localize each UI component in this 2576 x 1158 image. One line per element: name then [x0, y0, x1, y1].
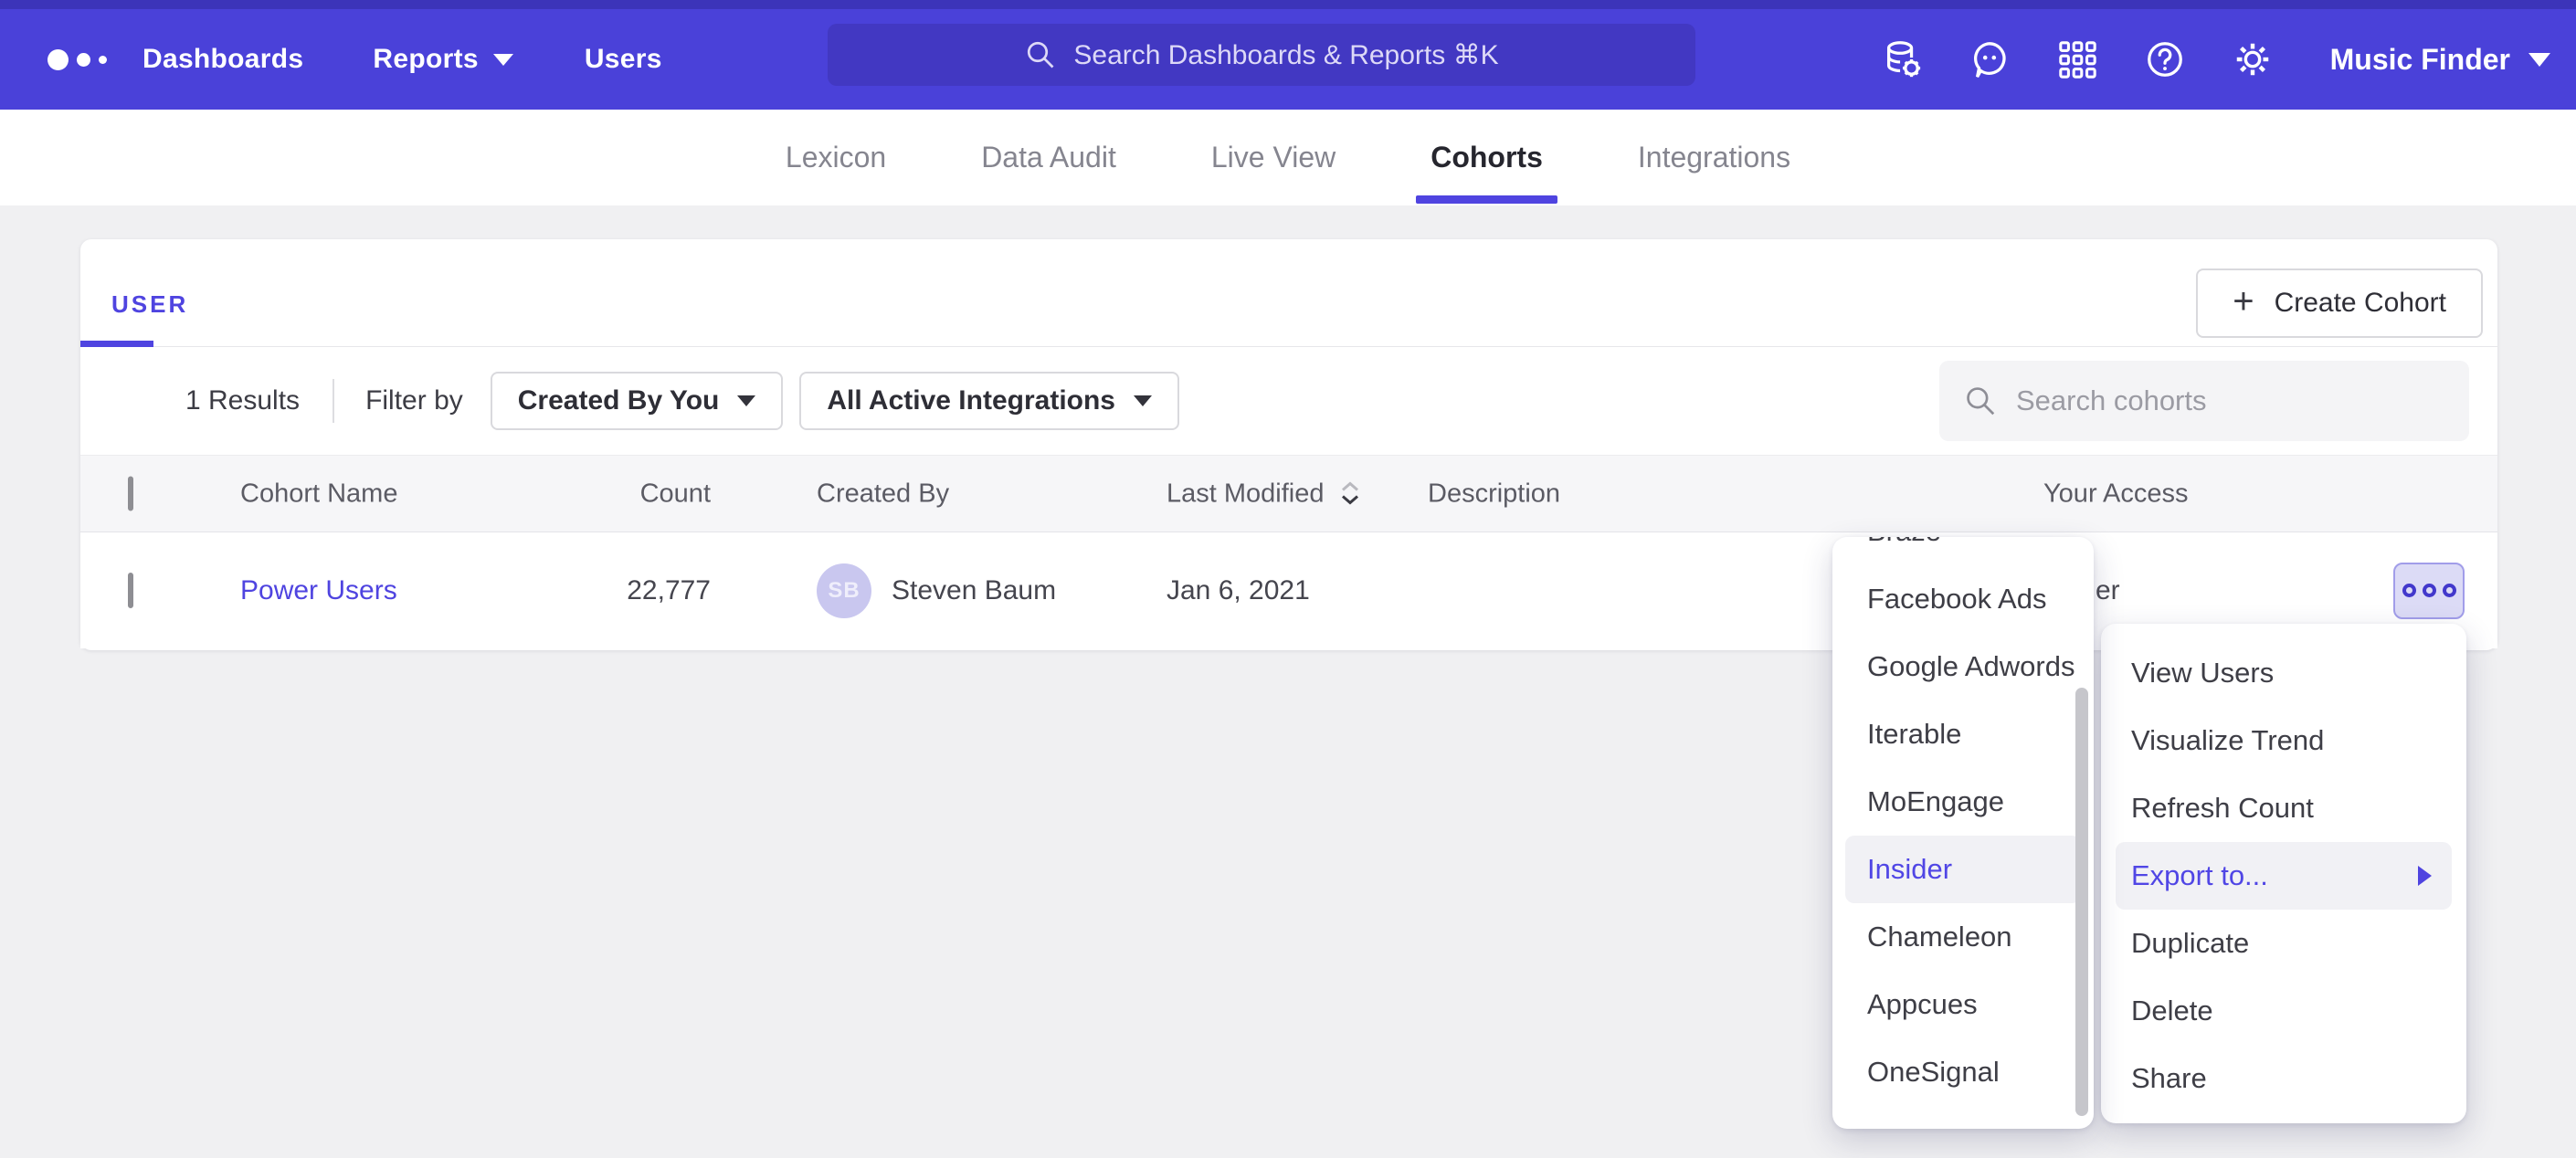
tab-cohorts[interactable]: Cohorts [1425, 110, 1548, 205]
menu-item-moengage[interactable]: MoEngage [1832, 768, 2094, 836]
created-by-filter-dropdown[interactable]: Created By You [491, 372, 784, 430]
menu-item-view-users[interactable]: View Users [2101, 639, 2466, 707]
col-count[interactable]: Count [565, 479, 711, 509]
chevron-down-icon [1134, 395, 1152, 406]
tab-lexicon[interactable]: Lexicon [780, 110, 892, 205]
more-options-icon [2443, 584, 2456, 597]
cohort-search-input[interactable] [2016, 384, 2418, 417]
search-icon [1963, 384, 1998, 418]
col-your-access[interactable]: Your Access [2043, 479, 2189, 509]
menu-item-visualize-trend[interactable]: Visualize Trend [2101, 707, 2466, 774]
divider [333, 379, 334, 423]
help-icon[interactable] [2144, 38, 2186, 80]
export-destinations-menu: Braze Facebook Ads Google Adwords Iterab… [1832, 537, 2094, 1129]
menu-item-refresh-count[interactable]: Refresh Count [2101, 774, 2466, 842]
col-created-by[interactable]: Created By [817, 479, 949, 509]
menu-item-appcues[interactable]: Appcues [1832, 971, 2094, 1038]
filter-by-label: Filter by [365, 385, 463, 416]
created-by-cell: SB Steven Baum [817, 563, 1056, 618]
last-modified-cell: Jan 6, 2021 [1167, 575, 1310, 606]
row-actions-button[interactable] [2393, 563, 2465, 619]
menu-item-iterable[interactable]: Iterable [1832, 700, 2094, 768]
panel-header: USER + Create Cohort [80, 239, 2497, 347]
chevron-down-icon [2528, 53, 2550, 67]
cohort-name-link[interactable]: Power Users [240, 575, 397, 606]
nav-users[interactable]: Users [585, 44, 662, 75]
more-options-icon [2423, 584, 2436, 597]
row-checkbox[interactable] [128, 573, 133, 608]
access-cell: er [2096, 575, 2120, 606]
select-all-checkbox[interactable] [128, 476, 133, 511]
project-switcher[interactable]: Music Finder [2330, 43, 2550, 77]
menu-item-duplicate[interactable]: Duplicate [2101, 910, 2466, 977]
settings-gear-icon[interactable] [2232, 38, 2274, 80]
menu-item-onesignal[interactable]: OneSignal [1832, 1038, 2094, 1106]
avatar: SB [817, 563, 871, 618]
cohort-search-box[interactable] [1939, 361, 2469, 441]
create-cohort-button[interactable]: + Create Cohort [2196, 268, 2483, 338]
cohorts-panel: USER + Create Cohort 1 Results Filter by… [80, 239, 2497, 650]
menu-item-chameleon[interactable]: Chameleon [1832, 903, 2094, 971]
tab-user-cohorts[interactable]: USER [80, 290, 219, 346]
menu-item-delete[interactable]: Delete [2101, 977, 2466, 1045]
menu-item-share[interactable]: Share [2101, 1045, 2466, 1112]
global-search-placeholder: Search Dashboards & Reports ⌘K [1073, 39, 1498, 71]
menu-item-google-adwords[interactable]: Google Adwords [1832, 633, 2094, 700]
tab-data-audit[interactable]: Data Audit [976, 110, 1122, 205]
nav-dashboards[interactable]: Dashboards [143, 44, 303, 75]
created-by-name: Steven Baum [892, 575, 1056, 606]
sort-icon[interactable] [1337, 480, 1363, 508]
brand-logo-icon[interactable] [48, 49, 132, 70]
cohort-count: 22,777 [565, 575, 711, 606]
col-cohort-name[interactable]: Cohort Name [240, 479, 397, 509]
apps-grid-icon[interactable] [2056, 38, 2098, 80]
feedback-bubble-icon[interactable] [1969, 38, 2011, 80]
chevron-down-icon [493, 54, 513, 66]
plus-icon: + [2233, 283, 2254, 320]
nav-reports[interactable]: Reports [373, 44, 512, 75]
submenu-arrow-icon [2418, 866, 2432, 886]
global-search-input[interactable]: Search Dashboards & Reports ⌘K [828, 24, 1695, 86]
col-last-modified[interactable]: Last Modified [1167, 479, 1363, 509]
integrations-filter-dropdown[interactable]: All Active Integrations [799, 372, 1179, 430]
search-icon [1024, 38, 1057, 71]
menu-scrollbar[interactable] [2075, 688, 2088, 1116]
section-tabbar: Lexicon Data Audit Live View Cohorts Int… [0, 110, 2576, 205]
more-options-icon [2402, 584, 2416, 597]
tab-integrations[interactable]: Integrations [1632, 110, 1796, 205]
tab-live-view[interactable]: Live View [1206, 110, 1341, 205]
menu-item-facebook-ads[interactable]: Facebook Ads [1832, 565, 2094, 633]
cohorts-page: Dashboards Reports Users Search Dashboar… [0, 0, 2576, 1158]
menu-item-export-to[interactable]: Export to... [2116, 842, 2452, 910]
menu-item-braze[interactable]: Braze [1832, 537, 2094, 565]
menu-item-insider[interactable]: Insider [1845, 836, 2081, 903]
row-actions-menu: View Users Visualize Trend Refresh Count… [2101, 624, 2466, 1123]
results-count: 1 Results [185, 385, 300, 416]
col-description[interactable]: Description [1428, 479, 1560, 509]
table-header: Cohort Name Count Created By Last Modifi… [80, 455, 2497, 532]
data-management-icon[interactable] [1881, 38, 1923, 80]
filter-toolbar: 1 Results Filter by Created By You All A… [80, 347, 2497, 455]
chevron-down-icon [737, 395, 755, 406]
top-navbar: Dashboards Reports Users Search Dashboar… [0, 0, 2576, 110]
